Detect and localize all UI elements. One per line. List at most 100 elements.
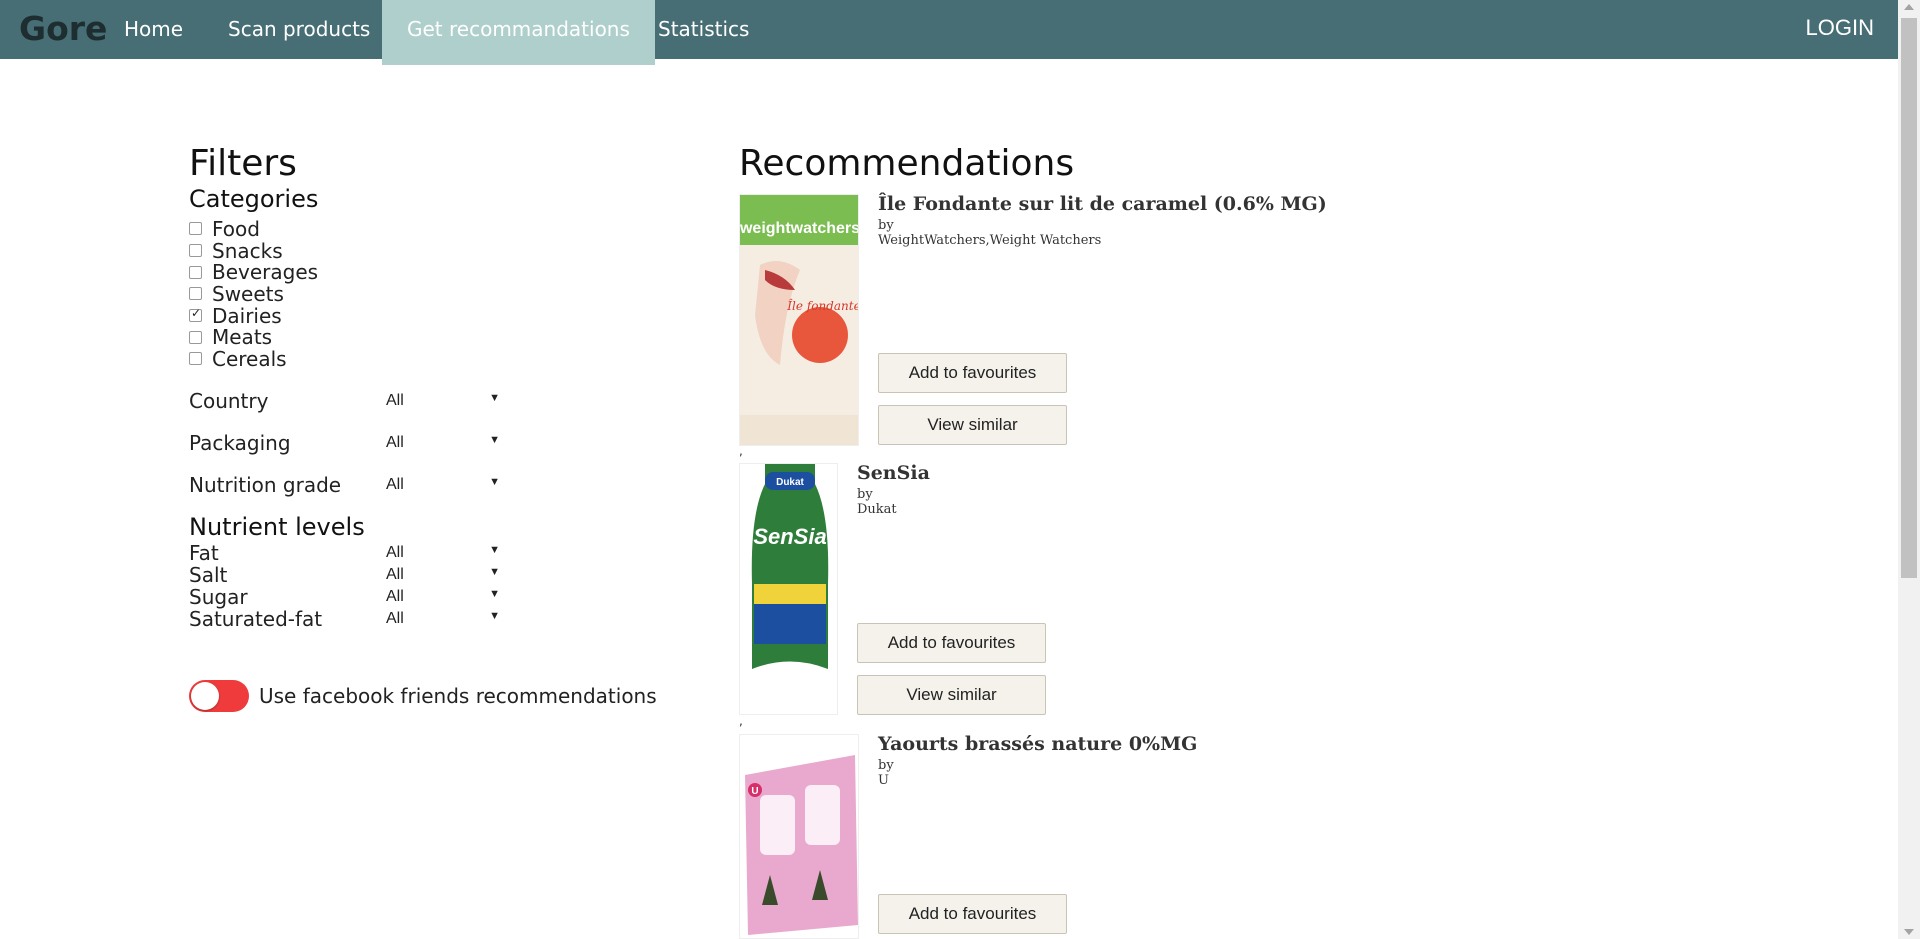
nutrition-grade-select[interactable]: All ▼ — [386, 476, 500, 494]
facebook-toggle-row: Use facebook friends recommendations — [189, 679, 709, 712]
nav-home[interactable]: Home — [99, 0, 208, 59]
category-label: Snacks — [212, 238, 283, 263]
fat-select[interactable]: All ▼ — [386, 544, 500, 562]
view-similar-button[interactable]: View similar — [878, 405, 1067, 445]
separator-mark: , — [739, 714, 743, 728]
category-label: Meats — [212, 325, 273, 350]
brand-logo[interactable]: Gore — [19, 7, 107, 51]
fat-value: All — [386, 543, 404, 561]
svg-text:Dukat: Dukat — [776, 477, 804, 488]
category-snacks[interactable]: Snacks — [189, 238, 709, 263]
packaging-value: All — [386, 433, 404, 451]
dropdown-arrow-icon: ▼ — [489, 433, 500, 446]
svg-text:U: U — [751, 786, 758, 797]
product-by: by — [878, 758, 894, 773]
product-brand: Dukat — [857, 502, 897, 517]
scrollbar-thumb[interactable] — [1901, 18, 1917, 578]
login-link[interactable]: LOGIN — [1806, 0, 1874, 59]
vertical-scrollbar[interactable] — [1898, 0, 1920, 939]
nutrition-grade-value: All — [386, 475, 404, 493]
category-dairies-checkbox[interactable] — [189, 306, 202, 323]
country-select[interactable]: All ▼ — [386, 392, 500, 410]
toggle-knob — [191, 681, 219, 710]
product-by: by — [857, 487, 873, 502]
separator-mark: , — [739, 444, 743, 458]
categories-title: Categories — [189, 185, 319, 213]
add-to-favourites-button[interactable]: Add to favourites — [878, 894, 1067, 934]
sugar-value: All — [386, 587, 404, 605]
dropdown-arrow-icon: ▼ — [489, 543, 500, 556]
product-brand: U — [878, 773, 889, 788]
category-label: Sweets — [212, 281, 284, 306]
product-image-ile-fondante[interactable]: weightwatchers Île fondante — [739, 194, 859, 446]
category-beverages-checkbox[interactable] — [189, 265, 202, 279]
recommendations-panel: Recommendations weightwatchers Île fonda… — [739, 142, 1739, 939]
packaging-select[interactable]: All ▼ — [386, 434, 500, 452]
add-to-favourites-button[interactable]: Add to favourites — [857, 623, 1046, 663]
saturated-fat-select[interactable]: All ▼ — [386, 610, 500, 628]
category-cereals-checkbox[interactable] — [189, 352, 202, 366]
view-similar-button[interactable]: View similar — [857, 675, 1046, 715]
facebook-recommendations-toggle[interactable] — [189, 679, 249, 712]
nav-statistics[interactable]: Statistics — [633, 0, 774, 59]
recommendations-title: Recommendations — [739, 143, 1075, 184]
saturated-fat-label: Saturated-fat — [189, 606, 323, 631]
category-food-checkbox[interactable] — [189, 222, 202, 236]
svg-text:Île fondante: Île fondante — [786, 298, 859, 313]
saturated-fat-value: All — [386, 609, 404, 627]
dropdown-arrow-icon: ▼ — [489, 565, 500, 578]
dropdown-arrow-icon: ▼ — [489, 609, 500, 622]
svg-text:SenSia: SenSia — [753, 524, 826, 549]
svg-text:weightwatchers: weightwatchers — [740, 220, 859, 237]
category-cereals[interactable]: Cereals — [189, 347, 709, 371]
country-filter: Country All ▼ — [189, 389, 709, 413]
product-image-yaourts[interactable]: U — [739, 734, 859, 939]
packaging-filter: Packaging All ▼ — [189, 430, 709, 455]
category-sweets[interactable]: Sweets — [189, 281, 709, 306]
nutrition-grade-filter: Nutrition grade All ▼ — [189, 472, 709, 497]
category-label: Dairies — [212, 303, 282, 328]
product-brand: WeightWatchers,Weight Watchers — [878, 233, 1102, 248]
categories-list: Food Snacks Beverages Sweets Dairies Mea… — [189, 216, 709, 371]
nav-scan-products[interactable]: Scan products — [203, 0, 395, 59]
scroll-up-icon[interactable] — [1904, 4, 1914, 10]
saturated-fat-filter: Saturated-fat All ▼ — [189, 606, 709, 631]
category-snacks-checkbox[interactable] — [189, 244, 202, 258]
fat-label: Fat — [189, 540, 219, 565]
category-meats[interactable]: Meats — [189, 325, 709, 350]
sugar-select[interactable]: All ▼ — [386, 588, 500, 606]
filters-title: Filters — [189, 143, 297, 184]
category-dairies[interactable]: Dairies — [189, 303, 709, 328]
filters-panel: Filters Categories Food Snacks Beverages… — [189, 142, 709, 712]
dropdown-arrow-icon: ▼ — [489, 587, 500, 600]
packaging-label: Packaging — [189, 430, 291, 455]
category-food[interactable]: Food — [189, 216, 709, 241]
facebook-toggle-label: Use facebook friends recommendations — [259, 683, 657, 708]
scroll-down-icon[interactable] — [1904, 929, 1914, 935]
category-beverages[interactable]: Beverages — [189, 260, 709, 285]
nutrition-grade-label: Nutrition grade — [189, 472, 342, 497]
add-to-favourites-button[interactable]: Add to favourites — [878, 353, 1067, 393]
product-image-sensia[interactable]: Dukat SenSia — [739, 463, 838, 715]
category-sweets-checkbox[interactable] — [189, 287, 202, 301]
product-title[interactable]: Yaourts brassés nature 0%MG — [878, 732, 1678, 756]
country-value: All — [386, 391, 404, 409]
product-title[interactable]: Île Fondante sur lit de caramel (0.6% MG… — [878, 192, 1678, 216]
dropdown-arrow-icon: ▼ — [489, 475, 500, 488]
salt-value: All — [386, 565, 404, 583]
dropdown-arrow-icon: ▼ — [489, 391, 500, 404]
product-title[interactable]: SenSia — [857, 461, 1657, 485]
category-meats-checkbox[interactable] — [189, 330, 202, 344]
product-info: Île Fondante sur lit de caramel (0.6% MG… — [878, 192, 1678, 248]
category-label: Beverages — [212, 260, 319, 285]
category-label: Food — [212, 216, 260, 241]
nutrient-levels-title: Nutrient levels — [189, 512, 365, 541]
top-navbar: Gore Home Scan products Get recommandati… — [0, 0, 1898, 65]
product-by: by — [878, 218, 894, 233]
product-info: Yaourts brassés nature 0%MG by U — [878, 732, 1678, 788]
sugar-label: Sugar — [189, 584, 248, 609]
nav-get-recommandations[interactable]: Get recommandations — [382, 0, 655, 65]
product-info: SenSia by Dukat — [857, 461, 1657, 517]
salt-select[interactable]: All ▼ — [386, 566, 500, 584]
sugar-filter: Sugar All ▼ — [189, 584, 709, 609]
